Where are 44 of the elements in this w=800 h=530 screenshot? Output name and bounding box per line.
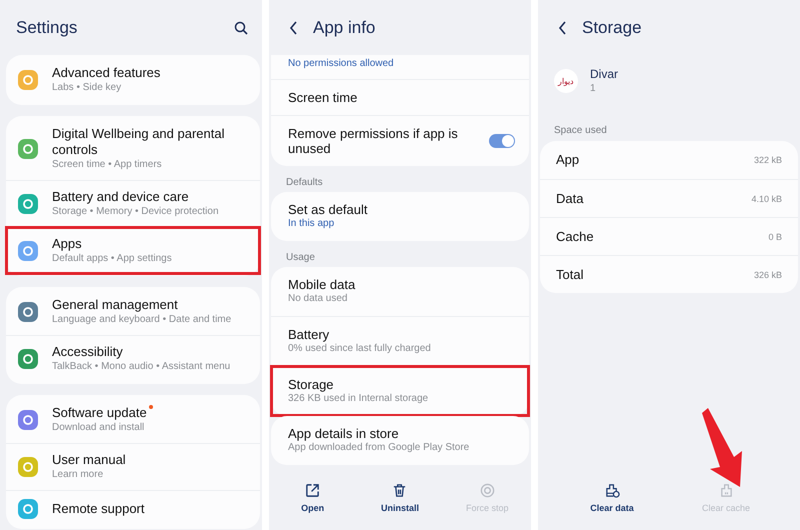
settings-item[interactable]: App details in store App downloaded from Google Play Store <box>271 416 529 465</box>
settings-item[interactable]: User manual Learn more <box>6 443 260 490</box>
settings-item[interactable]: Screen time <box>271 79 529 115</box>
settings-item[interactable]: Software update Download and install <box>6 397 260 443</box>
screen-title: Settings <box>16 18 78 38</box>
back-icon[interactable] <box>289 20 299 34</box>
storage-value: 0 B <box>768 232 782 242</box>
settings-item[interactable]: No permissions allowed <box>271 55 529 79</box>
settings-item[interactable]: Remote support <box>6 490 260 527</box>
screen-title: App info <box>313 18 376 38</box>
stop-icon <box>480 483 495 498</box>
storage-value: 326 kB <box>754 270 782 280</box>
action-button[interactable]: Uninstall <box>360 481 440 525</box>
toggle-switch[interactable] <box>489 134 515 148</box>
app-name: Divar <box>590 66 618 82</box>
screen-title: Storage <box>582 18 643 38</box>
settings-item[interactable]: Remove permissions if app is unused <box>271 115 529 166</box>
settings-item[interactable]: Advanced features Labs • Side key <box>6 57 260 103</box>
storage-value: 4.10 kB <box>751 194 782 204</box>
settings-item[interactable]: General management Language and keyboard • Date and time <box>6 289 260 335</box>
external-link-icon <box>305 483 320 498</box>
storage-label: App <box>556 152 580 168</box>
storage-value: 322 kB <box>754 155 782 165</box>
storage-label: Cache <box>556 228 594 244</box>
app-logo: دیوار <box>554 69 578 93</box>
settings-item[interactable]: Battery and device care Storage • Memory • Device protection <box>6 180 260 227</box>
section-header: Space used <box>553 124 608 138</box>
section-header: Defaults <box>285 176 324 190</box>
storage-label: Total <box>556 266 584 282</box>
settings-item[interactable]: Mobile data No data used <box>271 267 529 316</box>
section-header: Usage <box>285 251 316 265</box>
action-button[interactable]: Open <box>272 481 353 525</box>
settings-item[interactable]: Set as default In this app <box>271 192 529 241</box>
settings-item[interactable]: Accessibility TalkBack • Mono audio • Assistant menu <box>6 335 260 382</box>
settings-item[interactable]: Apps Default apps • App settings <box>6 227 260 274</box>
action-button[interactable]: Clear data <box>572 481 652 525</box>
settings-item[interactable]: Storage 326 KB used in Internal storage <box>271 366 529 416</box>
storage-label: Data <box>556 190 584 206</box>
trash-icon <box>392 483 408 498</box>
settings-item[interactable]: Digital Wellbeing and parental controls Screen time • App timers <box>6 118 260 180</box>
search-icon[interactable] <box>234 20 248 34</box>
settings-item[interactable]: Battery 0% used since last fully charged <box>271 316 529 366</box>
back-icon[interactable] <box>558 20 568 34</box>
app-version: 1 <box>590 82 597 96</box>
